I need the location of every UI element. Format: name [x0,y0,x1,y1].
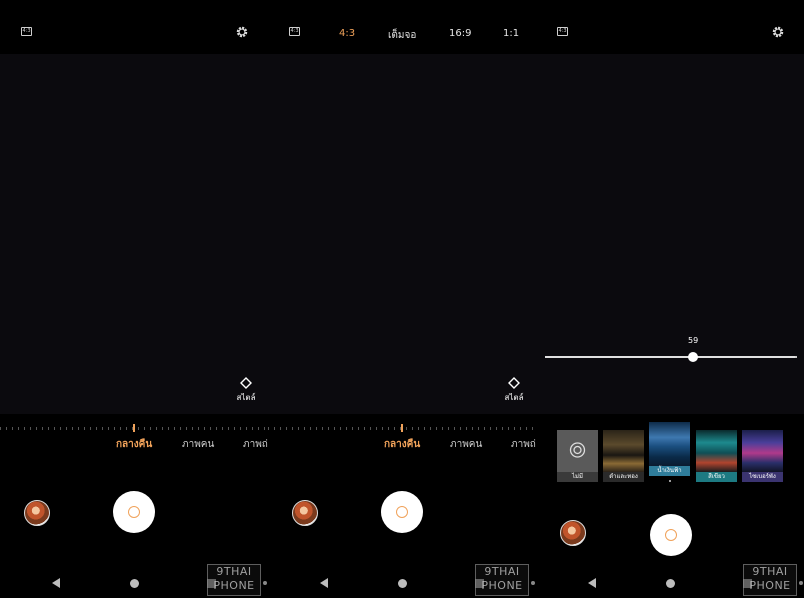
watermark-dot [799,581,803,585]
mode-portrait[interactable]: ภาพคน [182,437,214,452]
camera-panel-middle: 4:3 4:3 เต็มจอ 16:9 1:1 สไตล์ กลางคืน ภา… [268,0,536,598]
style-button[interactable]: สไตล์ [226,377,266,411]
gallery-thumbnail[interactable] [560,520,586,546]
shutter-button[interactable] [113,491,155,533]
viewfinder[interactable] [268,54,536,414]
style-label: สไตล์ [504,393,524,402]
filter-none[interactable]: ไม่มี [557,430,598,482]
filter-blue-sky-preview [649,422,690,466]
diamond-icon [508,377,520,389]
home-icon[interactable] [666,579,675,588]
ratio-option-16-9[interactable]: 16:9 [449,28,471,39]
no-filter-icon [569,442,586,458]
mode-indicator [133,424,135,432]
home-icon[interactable] [130,579,139,588]
watermark-dot [263,581,267,585]
intensity-slider[interactable] [545,356,797,358]
gallery-thumbnail[interactable] [292,500,318,526]
watermark-logo: 9THAI PHONE [743,564,803,596]
filter-cyberpunk[interactable]: ไซเบอร์พัง [742,430,783,482]
diamond-icon [240,377,252,389]
filter-none-preview [557,430,598,472]
shutter-ring-icon [396,506,408,518]
filter-blue-sky[interactable]: น้ำเงินฟ้า [649,422,690,476]
filter-label: สีเขียว [696,472,737,482]
watermark-line-1: 9THAI [484,565,520,578]
shutter-ring-icon [128,506,140,518]
watermark-line-2: PHONE [481,579,523,592]
filter-black-gold-preview [603,430,644,472]
slider-end-marker [795,356,797,358]
filter-selected-dot [669,480,671,482]
gallery-thumbnail[interactable] [24,500,50,526]
watermark-logo: 9THAI PHONE [207,564,267,596]
gear-icon[interactable] [235,25,249,39]
ratio-option-full[interactable]: เต็มจอ [388,28,416,43]
aspect-ratio-icon[interactable]: 4:3 [289,27,300,36]
watermark-line-1: 9THAI [752,565,788,578]
filter-cyberpunk-preview [742,430,783,472]
style-button[interactable]: สไตล์ [494,377,534,411]
back-icon[interactable] [320,578,328,588]
filter-label: ไม่มี [557,472,598,482]
top-bar: 4:3 [0,0,268,54]
back-icon[interactable] [588,578,596,588]
camera-panel-left: 4:3 สไตล์ กลางคืน ภาพคน ภาพถ่ 9THAI PHON… [0,0,268,598]
back-icon[interactable] [52,578,60,588]
filter-green[interactable]: สีเขียว [696,430,737,482]
mode-night[interactable]: กลางคืน [116,437,152,452]
shutter-ring-icon [665,529,677,541]
watermark-line-2: PHONE [213,579,255,592]
watermark-dot [531,581,535,585]
mode-portrait[interactable]: ภาพคน [450,437,482,452]
style-label: สไตล์ [236,393,256,402]
mode-photo[interactable]: ภาพถ่ [511,437,536,452]
top-bar: 4:3 [536,0,804,54]
top-bar: 4:3 4:3 เต็มจอ 16:9 1:1 [268,0,536,54]
watermark-logo: 9THAI PHONE [475,564,535,596]
aspect-ratio-icon[interactable]: 4:3 [21,27,32,36]
viewfinder[interactable] [0,54,268,414]
home-icon[interactable] [398,579,407,588]
gear-icon[interactable] [771,25,785,39]
mode-photo[interactable]: ภาพถ่ [243,437,268,452]
ratio-option-1-1[interactable]: 1:1 [503,28,519,39]
shutter-button[interactable] [650,514,692,556]
filter-label: น้ำเงินฟ้า [649,466,690,476]
viewfinder[interactable] [536,54,804,414]
filter-green-preview [696,430,737,472]
filter-black-gold[interactable]: ดำและทอง [603,430,644,482]
intensity-slider-knob[interactable] [688,352,698,362]
aspect-ratio-icon[interactable]: 4:3 [557,27,568,36]
shutter-button[interactable] [381,491,423,533]
watermark-line-2: PHONE [749,579,791,592]
ratio-option-4-3[interactable]: 4:3 [339,28,355,39]
filter-label: ดำและทอง [603,472,644,482]
intensity-value: 59 [688,336,699,345]
filter-label: ไซเบอร์พัง [742,472,783,482]
watermark-line-1: 9THAI [216,565,252,578]
mode-night[interactable]: กลางคืน [384,437,420,452]
mode-indicator [401,424,403,432]
camera-panel-right: 4:3 59 ไม่มี ดำและทอง น้ำเงินฟ้า สีเขียว [536,0,804,598]
